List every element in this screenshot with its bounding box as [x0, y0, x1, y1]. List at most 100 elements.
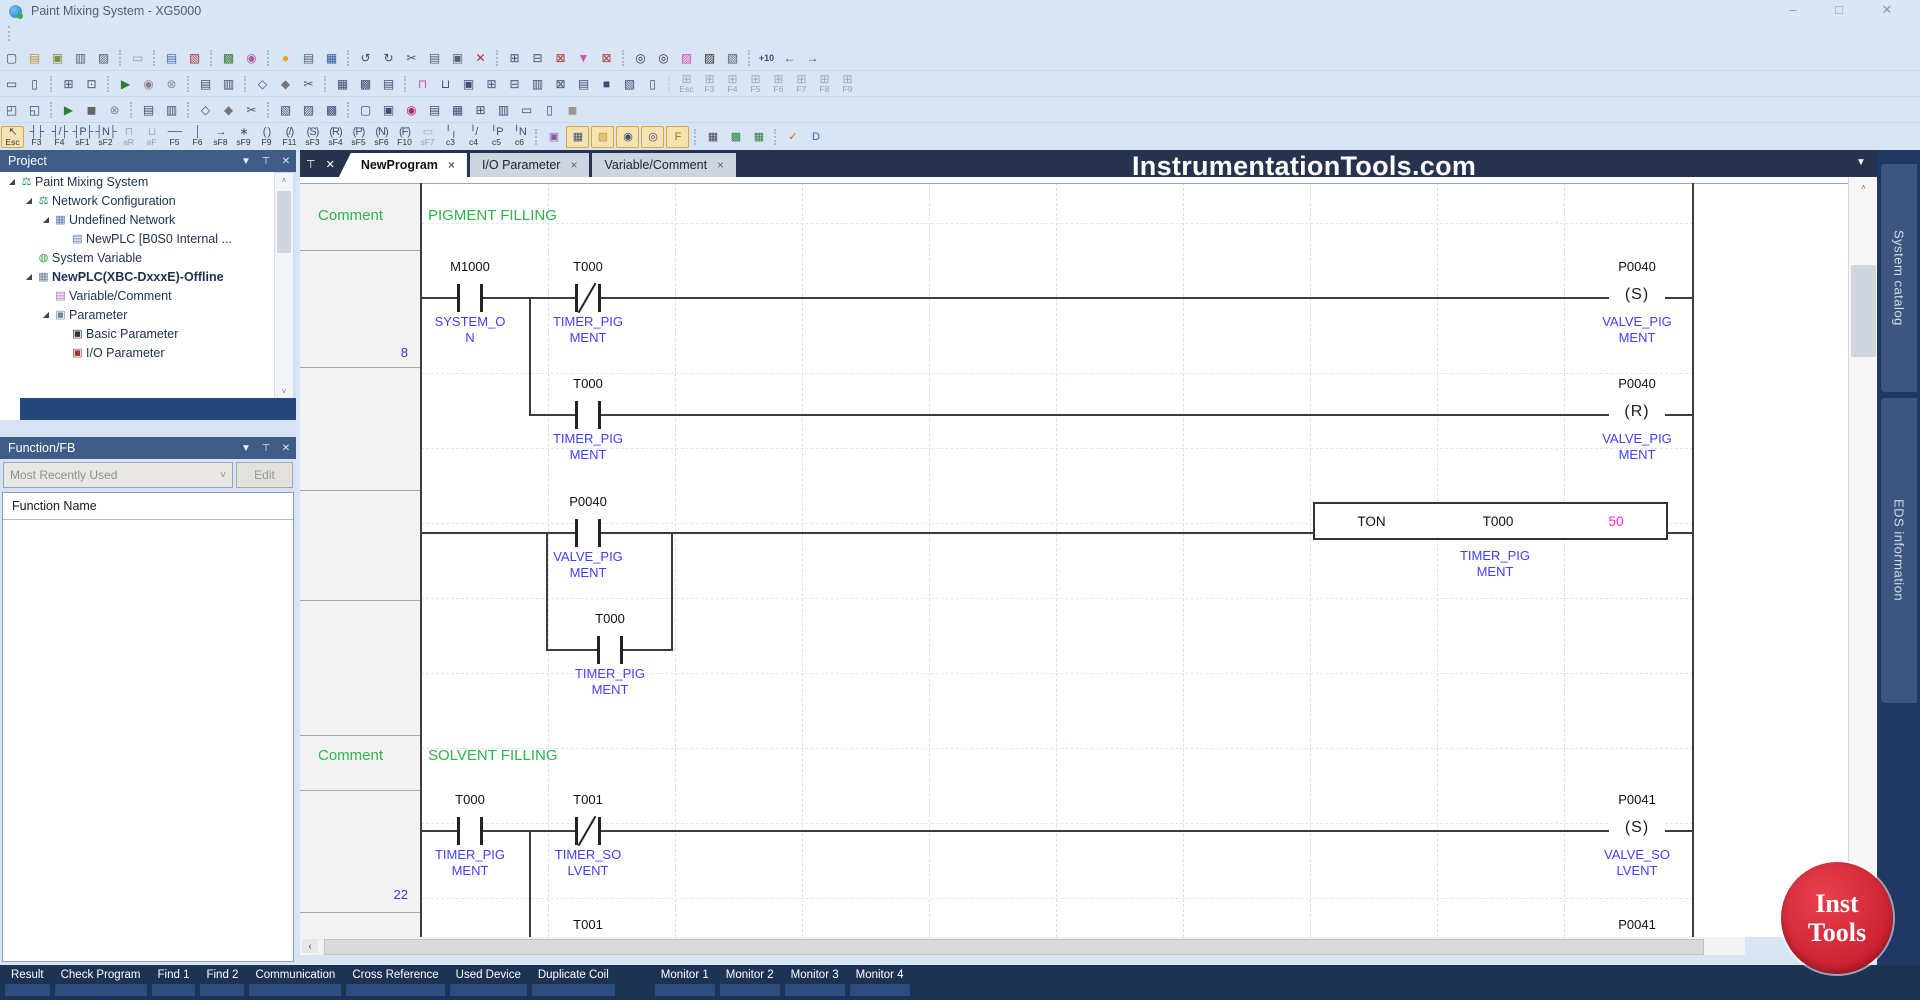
- no-contact[interactable]: [575, 401, 601, 429]
- ladder-tool-icon[interactable]: (S)sF3: [302, 127, 323, 147]
- ladder-tool-icon[interactable]: →sF8: [210, 127, 231, 147]
- toolbar-icon[interactable]: ▨: [699, 48, 720, 68]
- tab-system-catalog[interactable]: System catalog: [1881, 164, 1917, 392]
- toolbar-icon[interactable]: ⊞: [504, 48, 525, 68]
- toolbar-icon[interactable]: ◆: [275, 74, 296, 94]
- status-tab[interactable]: Monitor 1: [655, 968, 715, 996]
- ladder-editor[interactable]: Comment PIGMENT FILLING Comment SOLVENT …: [300, 177, 1848, 937]
- ladder-tool-icon[interactable]: ↖Esc: [1, 126, 24, 148]
- toolbar-icon[interactable]: ▥: [527, 74, 548, 94]
- toolbar-icon[interactable]: ⊡: [81, 74, 102, 94]
- toolbar-icon[interactable]: ▯: [24, 74, 45, 94]
- toolbar-icon[interactable]: ⊞F7: [791, 74, 812, 94]
- close-button[interactable]: ✕: [1872, 2, 1902, 18]
- toolbar-icon[interactable]: ▥: [70, 48, 91, 68]
- toolbar-icon[interactable]: ⊟: [527, 48, 548, 68]
- ladder-tool-icon[interactable]: ╵╷c3: [440, 127, 461, 147]
- toolbar-icon[interactable]: ▣: [378, 100, 399, 120]
- vertical-scrollbar[interactable]: ˄: [1848, 177, 1878, 955]
- no-contact[interactable]: [457, 284, 483, 312]
- no-contact[interactable]: [575, 519, 601, 547]
- status-tab[interactable]: Communication: [249, 968, 341, 996]
- ladder-tool-icon[interactable]: ┤/├F4: [49, 127, 70, 147]
- ladder-tool-icon[interactable]: ╵/c4: [463, 127, 484, 147]
- ladder-tool-icon[interactable]: ◎: [641, 126, 664, 148]
- toolbar-icon[interactable]: ↺: [355, 48, 376, 68]
- toolbar-icon[interactable]: ▤: [424, 100, 445, 120]
- pin-icon[interactable]: ⊤: [306, 158, 316, 171]
- toolbar-icon[interactable]: ⊠: [596, 48, 617, 68]
- function-filter-select[interactable]: Most Recently Used ˅: [3, 462, 233, 488]
- toolbar-icon[interactable]: ◇: [195, 100, 216, 120]
- ladder-tool-icon[interactable]: ┤P├sF1: [72, 127, 93, 147]
- expand-arrow-icon[interactable]: ◢: [6, 177, 18, 186]
- toolbar-icon[interactable]: +10: [756, 48, 777, 68]
- toolbar-icon[interactable]: ▧: [184, 48, 205, 68]
- toolbar-icon[interactable]: ⊞F8: [814, 74, 835, 94]
- toolbar-icon[interactable]: ▦: [321, 48, 342, 68]
- toolbar-icon[interactable]: ▣: [47, 48, 68, 68]
- toolbar-icon[interactable]: ■: [596, 74, 617, 94]
- ladder-tool-icon[interactable]: ┤├F3: [26, 127, 47, 147]
- scrollbar-thumb[interactable]: [1851, 265, 1876, 357]
- toolbar-icon[interactable]: ▤: [424, 48, 445, 68]
- toolbar-icon[interactable]: ▨: [298, 100, 319, 120]
- status-tab[interactable]: Monitor 3: [785, 968, 845, 996]
- ladder-tool-icon[interactable]: ✓: [782, 127, 803, 147]
- toolbar-icon[interactable]: ⊞: [470, 100, 491, 120]
- maximize-button[interactable]: □: [1824, 2, 1854, 17]
- reset-coil[interactable]: (R): [1609, 403, 1665, 421]
- toolbar-icon[interactable]: ⊔: [435, 74, 456, 94]
- panel-menu-icon[interactable]: ▼: [236, 443, 256, 454]
- toolbar-icon[interactable]: ▦: [447, 100, 468, 120]
- toolbar-icon[interactable]: ▧: [275, 100, 296, 120]
- set-coil[interactable]: (S): [1609, 819, 1665, 837]
- toolbar-icon[interactable]: ▯: [642, 74, 663, 94]
- toolbar-icon[interactable]: ⊠: [550, 74, 571, 94]
- tab-close-icon[interactable]: ×: [570, 158, 577, 172]
- left-panel-tab[interactable]: [20, 398, 40, 420]
- toolbar-icon[interactable]: ▶: [58, 100, 79, 120]
- pin-icon[interactable]: ⊤: [256, 443, 276, 454]
- toolbar-icon[interactable]: ✕: [470, 48, 491, 68]
- ladder-tool-icon[interactable]: ( )F9: [256, 127, 277, 147]
- tree-item[interactable]: ▤ NewPLC [B0S0 Internal ...: [0, 229, 274, 248]
- ladder-tool-icon[interactable]: ▩: [725, 127, 746, 147]
- ladder-tool-icon[interactable]: D: [805, 127, 826, 147]
- status-tab[interactable]: Result: [5, 968, 50, 996]
- toolbar-icon[interactable]: ◎: [653, 48, 674, 68]
- tree-item[interactable]: ◢ ▦ Undefined Network: [0, 210, 274, 229]
- toolbar-icon[interactable]: ✂: [241, 100, 262, 120]
- ton-timer-block[interactable]: TON T000 50: [1313, 502, 1668, 540]
- toolbar-icon[interactable]: ←: [779, 48, 800, 68]
- toolbar-icon[interactable]: ⊞F4: [722, 74, 743, 94]
- editor-tab[interactable]: Variable/Comment×: [592, 153, 736, 177]
- editor-tab[interactable]: NewProgram×: [339, 153, 467, 177]
- rung-comment[interactable]: SOLVENT FILLING: [428, 747, 558, 764]
- toolbar-icon[interactable]: ◰: [1, 100, 22, 120]
- status-tab[interactable]: Cross Reference: [346, 968, 444, 996]
- toolbar-icon[interactable]: ▣: [458, 74, 479, 94]
- nc-contact[interactable]: [575, 817, 601, 845]
- tree-item[interactable]: ▤ Variable/Comment: [0, 286, 274, 305]
- ladder-tool-icon[interactable]: ──F5: [164, 127, 185, 147]
- scroll-up-icon[interactable]: ˄: [1849, 183, 1878, 192]
- toolbar-icon[interactable]: ⊞Esc: [676, 74, 697, 94]
- toolbar-icon[interactable]: ▤: [298, 48, 319, 68]
- tree-scrollbar[interactable]: ˄ ˅: [274, 172, 294, 400]
- toolbar-icon[interactable]: ▥: [161, 100, 182, 120]
- ladder-tool-icon[interactable]: ╵Nc6: [509, 127, 530, 147]
- toolbar-icon[interactable]: ✂: [298, 74, 319, 94]
- editor-tab[interactable]: I/O Parameter×: [470, 153, 590, 177]
- ladder-tool-icon[interactable]: (F)F10: [394, 127, 415, 147]
- toolbar-icon[interactable]: ▣: [447, 48, 468, 68]
- toolbar-icon[interactable]: ⊗: [161, 74, 182, 94]
- expand-arrow-icon[interactable]: ◢: [40, 310, 52, 319]
- tree-item[interactable]: ◢ ▣ Parameter: [0, 305, 274, 324]
- toolbar-icon[interactable]: →: [802, 48, 823, 68]
- expand-arrow-icon[interactable]: ◢: [40, 215, 52, 224]
- scroll-left-icon[interactable]: ‹: [302, 939, 318, 953]
- horizontal-scrollbar[interactable]: ‹: [300, 937, 1745, 955]
- toolbar-icon[interactable]: ▢: [355, 100, 376, 120]
- toolbar-icon[interactable]: ⊞: [58, 74, 79, 94]
